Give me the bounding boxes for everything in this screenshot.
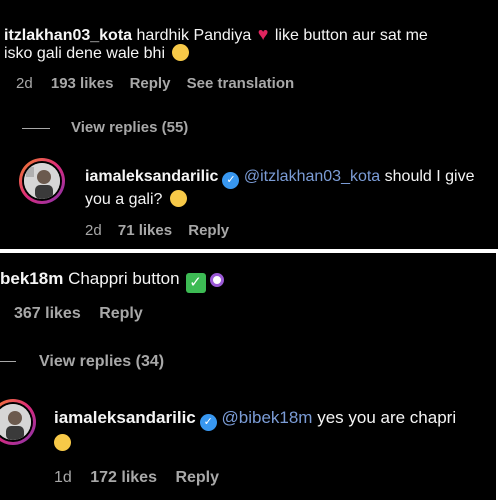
- comment-likes[interactable]: 367 likes: [14, 305, 81, 322]
- reply-reply-button[interactable]: Reply: [175, 469, 219, 486]
- comment-text-line: bek18m Chappri button ✓: [0, 269, 224, 293]
- profile-photo-icon: [24, 163, 60, 199]
- reply-reply-button[interactable]: Reply: [188, 222, 229, 239]
- reply-text: yes you are chapri: [317, 408, 457, 427]
- reply-username[interactable]: iamaleksandarilic: [54, 408, 196, 427]
- reply-text-2: you a gali?: [85, 191, 163, 208]
- comment-text-line-1: itzlakhan03_kota hardhik Pandiya ♥ like …: [4, 24, 428, 45]
- comment-age: 2d: [16, 75, 33, 92]
- check-mark-emoji-icon: ✓: [185, 273, 206, 293]
- view-replies-button[interactable]: View replies (55): [71, 119, 188, 136]
- verified-badge-icon: ✓: [222, 172, 240, 189]
- see-translation-button[interactable]: See translation: [187, 75, 295, 92]
- reply-text-line-1: iamaleksandarilic ✓ @itzlakhan03_kota sho…: [85, 168, 475, 189]
- comment-text: Chappri button: [68, 269, 180, 288]
- comment-meta-row: 367 likes Reply: [14, 305, 143, 323]
- comment-text-part-b: like button aur sat me: [274, 27, 428, 44]
- comment-text-line-2: isko gali dene wale bhi: [4, 44, 190, 63]
- reply-age: 2d: [85, 222, 102, 239]
- reply-meta-row: 1d 172 likes Reply: [54, 469, 219, 487]
- laughing-emoji-icon: [54, 434, 71, 451]
- comment-thread-bottom: bek18m Chappri button ✓ 367 likes Reply V…: [0, 253, 496, 500]
- reply-username[interactable]: iamaleksandarilic: [85, 168, 218, 185]
- comment-reply-button[interactable]: Reply: [130, 75, 171, 92]
- comment-meta-row: 2d 193 likes Reply See translation: [16, 75, 294, 92]
- comment-username[interactable]: bek18m: [0, 269, 63, 288]
- reply-likes[interactable]: 172 likes: [90, 469, 157, 486]
- view-replies-divider: [0, 361, 16, 362]
- comment-thread-top: itzlakhan03_kota hardhik Pandiya ♥ like …: [0, 0, 498, 249]
- verified-badge-icon: ✓: [199, 414, 217, 431]
- reply-text-1: should I give: [384, 168, 475, 185]
- comment-username[interactable]: itzlakhan03_kota: [4, 27, 132, 44]
- comment-text-line-2-text: isko gali dene wale bhi: [4, 45, 165, 62]
- white-circle-emoji-icon: [209, 273, 224, 287]
- reply-mention[interactable]: @bibek18m: [222, 408, 313, 427]
- reply-avatar[interactable]: [19, 158, 65, 204]
- comment-text-part-a: hardhik Pandiya: [136, 27, 252, 44]
- reply-mention[interactable]: @itzlakhan03_kota: [244, 168, 380, 185]
- reply-avatar[interactable]: [0, 399, 36, 445]
- reply-text-line-2: you a gali?: [85, 190, 187, 209]
- reply-age: 1d: [54, 469, 72, 486]
- view-replies-label: View replies (55): [71, 119, 189, 136]
- reply-text-line-1: iamaleksandarilic ✓ @bibek18m yes you are…: [54, 408, 456, 431]
- comment-likes[interactable]: 193 likes: [51, 75, 114, 92]
- reply-likes[interactable]: 71 likes: [118, 222, 172, 239]
- red-heart-emoji-icon: ♥: [257, 24, 269, 44]
- view-replies-button[interactable]: View replies (34): [39, 353, 164, 371]
- reply-meta-row: 2d 71 likes Reply: [85, 222, 229, 239]
- smiling-emoji-icon: [169, 190, 187, 207]
- view-replies-divider: [22, 128, 50, 129]
- reply-text-line-2: [54, 433, 71, 453]
- view-replies-label: View replies (34): [39, 353, 165, 370]
- laughing-emoji-icon: [172, 44, 190, 61]
- comment-reply-button[interactable]: Reply: [99, 305, 143, 322]
